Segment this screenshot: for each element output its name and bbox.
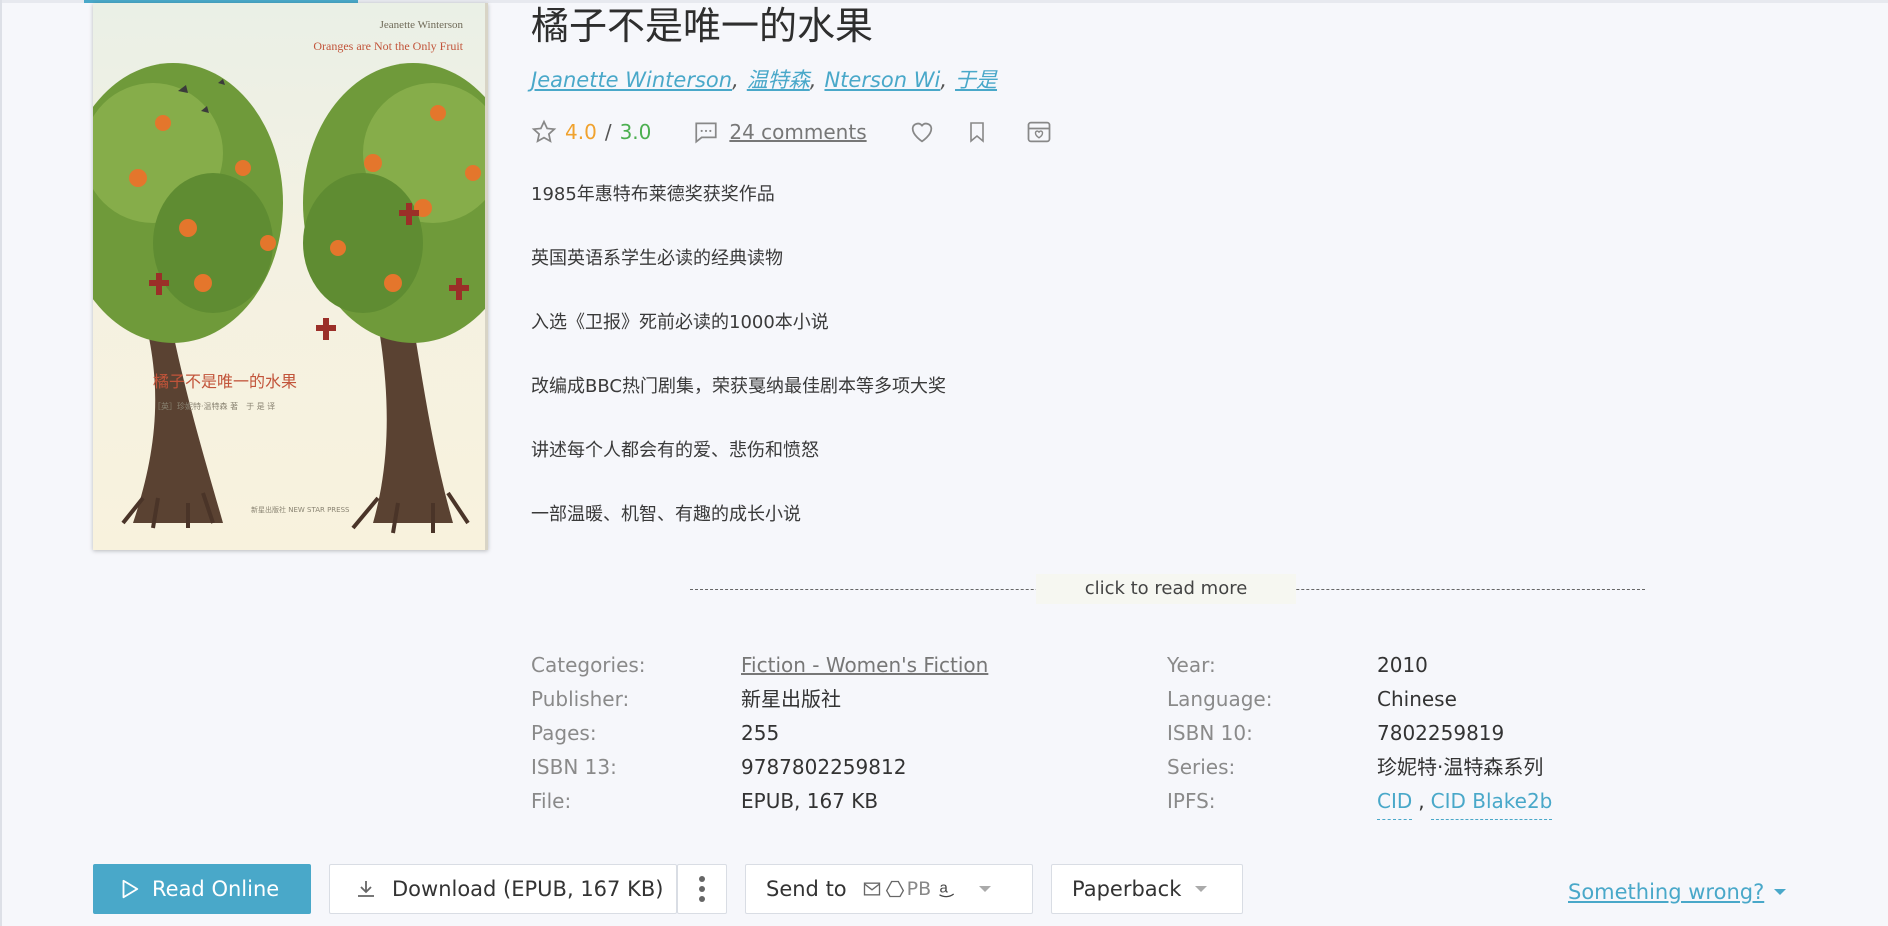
description-line: 入选《卫报》死前必读的1000本小说 [531,312,829,333]
download-button[interactable]: Download (EPUB, 167 KB) [329,864,677,914]
chevron-down-icon [1774,889,1787,895]
prop-value: 珍妮特·温特森系列 [1377,755,1544,779]
rating-separator: / [604,120,612,144]
rating-user: 4.0 [565,120,597,144]
prop-label: File: [531,789,572,813]
description-line: 改编成BBC热门剧集，荣获戛纳最佳剧本等多项大奖 [531,376,946,397]
comment-icon [695,122,717,144]
prop-label: Year: [1167,653,1216,677]
description-line: 1985年惠特布莱德奖获奖作品 [531,184,775,205]
heart-icon [911,122,932,143]
prop-value: Chinese [1377,687,1457,711]
prop-label: Categories: [531,653,646,677]
download-label: Download (EPUB, 167 KB) [392,877,664,901]
prop-label: ISBN 10: [1167,721,1253,745]
chevron-down-icon [1195,886,1208,892]
send-to-label: Send to [766,877,847,901]
archive-icon [1027,121,1050,143]
play-icon [122,879,139,899]
prop-value: 255 [741,721,780,745]
mail-icon [863,882,880,896]
properties-right: Year: 2010 Language: Chinese ISBN 10: 78022… [1167,650,1553,820]
ipfs-cid-link[interactable]: CID [1377,786,1413,820]
book-description: 1985年惠特布莱德奖获奖作品 英国英语系学生必读的经典读物 入选《卫报》死前必… [531,182,1431,564]
pocketbook-icon: PB [906,878,932,900]
rating-row: 4.0 / 3.0 24 comments [531,114,1053,150]
category-link[interactable]: Fiction - Women's Fiction [741,650,988,684]
comments-count[interactable]: 24 comments [729,120,866,144]
bookmark-icon [969,122,984,143]
favorite-button[interactable] [907,118,937,146]
prop-value: 7802259819 [1377,721,1505,745]
download-options-button[interactable] [677,864,727,914]
svg-text:a: a [940,879,949,896]
prop-label: ISBN 13: [531,755,617,779]
download-icon [358,881,374,897]
cover-tree-illustration [93,63,485,534]
description-line: 讲述每个人都会有的爱、悲伤和愤怒 [531,440,819,461]
send-to-dropdown[interactable]: Send to PB a [745,864,1033,914]
amazon-icon: a [939,879,955,898]
drive-icon [885,880,904,898]
prop-label: Publisher: [531,687,630,711]
ipfs-cid-blake2b-link[interactable]: CID Blake2b [1430,786,1553,820]
properties-left: Categories: Fiction - Women's Fiction Pub… [531,650,988,820]
left-border [0,0,2,926]
something-wrong-label: Something wrong? [1568,880,1765,904]
prop-value: 9787802259812 [741,755,907,779]
prop-label: Series: [1167,755,1236,779]
read-more-button[interactable]: click to read more [1036,574,1296,604]
book-cover[interactable]: Jeanette Winterson Oranges are Not the O… [93,3,488,550]
rating-quality: 3.0 [619,120,652,144]
paperback-label: Paperback [1072,877,1182,901]
star-icon[interactable] [531,119,557,145]
prop-value: 新星出版社 [741,687,841,711]
paperback-dropdown[interactable]: Paperback [1051,864,1243,914]
prop-value: 2010 [1377,653,1428,677]
author-link[interactable]: 温特森 [747,68,810,92]
prop-value: EPUB, 167 KB [741,789,879,813]
read-online-label: Read Online [152,877,280,901]
author-link[interactable]: Nterson Wi [824,68,940,92]
author-list: Jeanette Winterson, 温特森, Nterson Wi, 于是 [531,68,998,92]
chevron-down-icon [979,886,992,892]
archive-button[interactable] [1025,118,1053,146]
read-online-button[interactable]: Read Online [93,864,311,914]
author-link[interactable]: Jeanette Winterson [531,68,732,92]
author-link[interactable]: 于是 [955,68,997,92]
bookmark-button[interactable] [965,118,989,146]
cover-title-zh: 橘子不是唯一的水果 [153,372,298,391]
comments-link[interactable]: 24 comments [693,119,867,145]
prop-label: Language: [1167,687,1273,711]
prop-label: IPFS: [1167,789,1216,813]
book-title: 橘子不是唯一的水果 [531,4,874,48]
description-line: 英国英语系学生必读的经典读物 [531,248,783,269]
something-wrong-link[interactable]: Something wrong? [1568,880,1787,904]
more-vertical-icon [699,876,705,902]
cover-publisher: 新星出版社 NEW STAR PRESS [251,506,350,514]
prop-label: Pages: [531,721,597,745]
cover-subtitle: ［英］珍妮特·温特森 著 于 是 译 [153,402,276,411]
